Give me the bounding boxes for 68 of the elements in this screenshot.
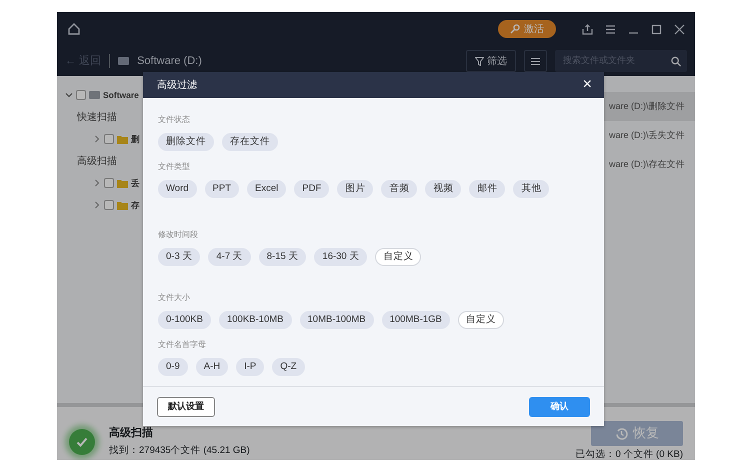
filter-option[interactable]: 4-7 天	[208, 248, 251, 266]
checkbox[interactable]	[104, 178, 114, 188]
maximize-icon[interactable]	[651, 24, 662, 34]
section-label: 文件名首字母	[158, 339, 207, 352]
filter-option[interactable]: 8-15 天	[258, 248, 306, 266]
custom-option[interactable]: 自定义	[458, 311, 504, 330]
section-label: 修改时间段	[158, 229, 199, 242]
filter-icon	[475, 56, 484, 66]
list-view-button[interactable]	[524, 50, 547, 72]
drive-icon	[89, 90, 100, 100]
success-icon	[69, 428, 95, 454]
tree-item-label[interactable]: 存	[131, 198, 140, 212]
drive-icon	[118, 56, 130, 66]
custom-option[interactable]: 自定义	[375, 248, 422, 266]
section-label: 文件类型	[158, 161, 191, 174]
filter-option[interactable]: 0-100KB	[158, 311, 211, 330]
reset-button[interactable]: 默认设置	[157, 396, 215, 417]
checkbox[interactable]	[76, 90, 86, 100]
list-icon	[531, 56, 540, 66]
tree-item-label[interactable]: 删	[131, 132, 140, 146]
status-title: 高级扫描	[109, 426, 154, 441]
tree-heading: 高级扫描	[77, 154, 117, 168]
filter-option[interactable]: PDF	[294, 180, 330, 198]
search-icon[interactable]	[670, 56, 681, 66]
chevron-icon[interactable]	[65, 91, 73, 99]
found-count: 找到：279435个文件 (45.21 GB)	[109, 444, 251, 458]
filter-option[interactable]: I-P	[236, 358, 264, 376]
filter-option[interactable]: 音频	[381, 180, 418, 198]
filter-option[interactable]: 100KB-10MB	[218, 311, 292, 330]
chevron-icon[interactable]	[93, 179, 101, 187]
filter-option[interactable]: 视频	[425, 180, 462, 198]
chevron-icon[interactable]	[93, 201, 101, 209]
checkbox[interactable]	[104, 134, 114, 144]
filter-option[interactable]: 邮件	[469, 180, 506, 198]
tree-item-label[interactable]: 丢	[131, 176, 140, 190]
folder-icon	[117, 178, 128, 188]
close-button[interactable]: ×	[582, 77, 592, 94]
filter-option[interactable]: 图片	[337, 180, 374, 198]
filter-option[interactable]: A-H	[196, 358, 228, 376]
filter-option[interactable]: 0-3 天	[158, 248, 200, 266]
section-label: 文件状态	[158, 114, 191, 126]
history-icon	[615, 426, 628, 440]
folder-icon	[117, 200, 128, 210]
filter-button[interactable]: 筛选	[466, 50, 516, 72]
folder-icon	[117, 134, 128, 144]
chevron-icon[interactable]	[93, 135, 101, 143]
filter-option[interactable]: Q-Z	[272, 358, 305, 376]
selected-count: 已勾选：0 个文件 (0 KB)	[576, 448, 683, 460]
filter-option[interactable]: Word	[158, 180, 197, 198]
menu-icon[interactable]	[605, 24, 616, 34]
filter-option[interactable]: 10MB-100MB	[300, 311, 374, 330]
tree-heading: 快速扫描	[77, 110, 117, 124]
breadcrumb-path: Software (D:)	[137, 54, 202, 69]
filter-option[interactable]: 删除文件	[158, 133, 214, 152]
filter-option[interactable]: 0-9	[158, 358, 188, 376]
share-icon[interactable]	[582, 24, 593, 34]
close-icon[interactable]	[674, 24, 685, 34]
section-label: 文件大小	[158, 292, 191, 304]
dialog-title: 高级过滤	[157, 78, 197, 93]
filter-option[interactable]: Excel	[247, 180, 286, 198]
checkbox[interactable]	[104, 200, 114, 210]
filter-option[interactable]: 其他	[513, 180, 550, 198]
filter-option[interactable]: PPT	[204, 180, 240, 198]
filter-option[interactable]: 100MB-1GB	[382, 311, 450, 330]
tree-item-label[interactable]: Software	[103, 88, 139, 102]
filter-option[interactable]: 16-30 天	[314, 248, 368, 266]
home-icon[interactable]	[67, 22, 81, 36]
filter-option[interactable]: 存在文件	[222, 133, 278, 152]
